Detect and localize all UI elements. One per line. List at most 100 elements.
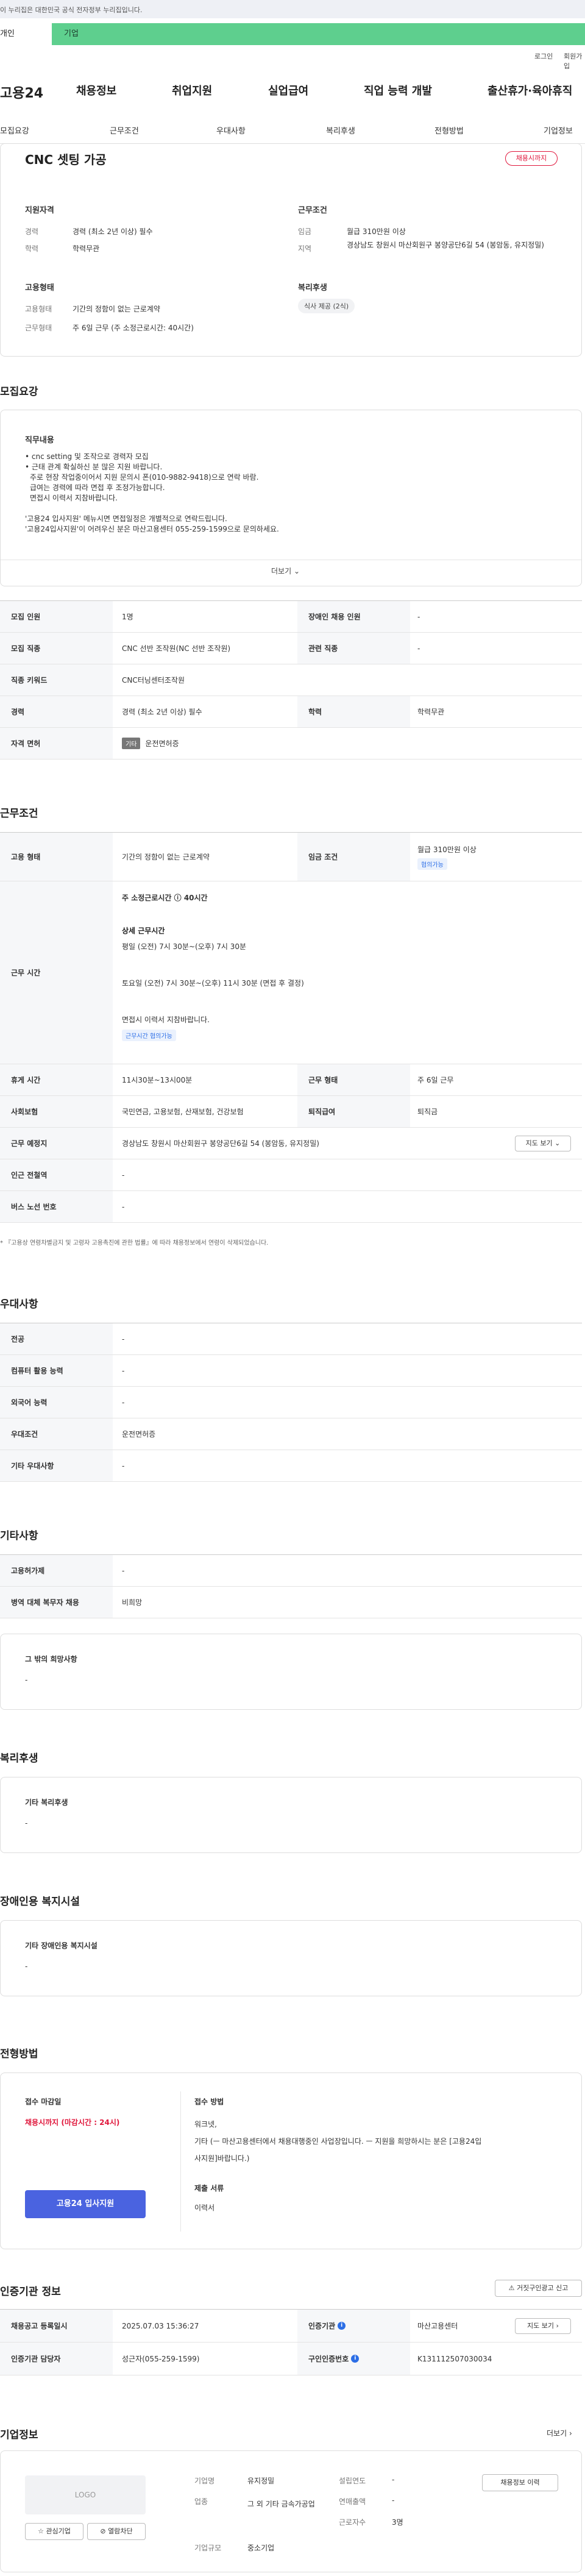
table-row: 자격 면허 기타 운전면허증	[0, 728, 582, 760]
duty-line: '고용24 입사지원' 메뉴시면 면접일정은 개별적으로 연락드립니다.	[25, 514, 227, 523]
preference-heading: 우대사항	[0, 1298, 38, 1311]
agency-map-button[interactable]: 지도 보기 ›	[515, 2318, 571, 2334]
favorite-button[interactable]: ☆ 관심기업	[25, 2523, 83, 2540]
company-card: LOGO ☆ 관심기업 ⊘ 열람차단 기업명 유지정밀 업종 그 외 기타 금속…	[0, 2450, 582, 2572]
sales-value: -	[392, 2496, 395, 2505]
table-cell: 성근자(055-259-1599)	[122, 2355, 200, 2363]
hours-detail-title: 상세 근무시간	[122, 927, 165, 935]
table-cell: 주 6일 근무	[417, 1076, 454, 1084]
table-header: 직종 키워드	[0, 664, 113, 696]
gnb-item-parental-leave[interactable]: 출산휴가·육아휴직	[488, 82, 572, 98]
table-header: 장애인 채용 인원	[297, 601, 410, 632]
gov-banner-text: 이 누리집은 대한민국 공식 전자정부 누리집입니다.	[0, 6, 143, 14]
table-header: 인증기관 담당자	[0, 2343, 113, 2375]
tab-screening[interactable]: 전형방법	[434, 124, 464, 136]
welfare-heading: 복리후생	[0, 1752, 38, 1765]
table-header: 컴퓨터 활용 능력	[0, 1355, 113, 1386]
gnb-item-vocational-training[interactable]: 직업 능력 개발	[364, 82, 432, 98]
screening-heading: 전형방법	[0, 2048, 38, 2060]
gov-banner: 이 누리집은 대한민국 공식 전자정부 누리집입니다.	[0, 0, 585, 18]
method-title: 접수 방법	[194, 2097, 224, 2106]
duty-line: 급여는 경력에 따라 면접 후 조정가능합니다.	[30, 483, 165, 492]
tab-recruit[interactable]: 모집요강	[0, 124, 29, 136]
table-cell: 기타 운전면허증	[122, 728, 179, 759]
gnb-item-jobs[interactable]: 채용정보	[76, 82, 116, 98]
report-button[interactable]: ⚠ 거짓구인광고 신고	[495, 2280, 582, 2297]
hours-saturday: 토요일 (오전) 7시 30분~(오후) 11시 30분 (면접 후 결정)	[122, 979, 304, 987]
table-row: 휴게 시간 11시30분~13시00분 근무 형태 주 6일 근무	[0, 1064, 582, 1096]
table-header: 외국어 능력	[0, 1387, 113, 1418]
recruit-table: 모집 인원 1명 장애인 채용 인원 - 모집 직종 CNC 선반 조작원(NC…	[0, 600, 582, 760]
gnb-item-unemployment-benefit[interactable]: 실업급여	[268, 82, 308, 98]
table-cell: 학력무관	[417, 708, 445, 716]
table-header: 자격 면허	[0, 728, 113, 759]
education-value: 학력무관	[73, 244, 100, 253]
disabled-card: 기타 장애인용 복지시설 -	[0, 1920, 582, 1996]
more-button[interactable]: 더보기 ⌄	[271, 566, 300, 576]
tab-company[interactable]: 기업	[64, 23, 79, 45]
utility-nav: 로그인 회원가입	[0, 51, 585, 70]
tab-company[interactable]: 기업정보	[544, 124, 573, 136]
job-summary-card: CNC 셋팅 가공 채용시까지 지원자격 경력 경력 (최소 2년 이상) 필수…	[0, 143, 582, 357]
company-heading: 기업정보	[0, 2429, 38, 2441]
table-cell: -	[122, 1170, 125, 1179]
table-cell: 기간의 정함이 없는 근로계약	[122, 853, 210, 861]
tab-welfare[interactable]: 복리후생	[326, 124, 355, 136]
hours-weekday: 평일 (오전) 7시 30분~(오후) 7시 30분	[122, 942, 247, 951]
table-header: 근무 시간	[0, 881, 113, 1064]
disabled-box-value: -	[25, 1962, 28, 1971]
table-row: 전공 -	[0, 1323, 582, 1355]
table-cell: CNC터닝센터조작원	[122, 676, 185, 685]
site-logo[interactable]: 고용24	[0, 82, 43, 102]
industry-label: 업종	[194, 2497, 208, 2506]
table-row: 컴퓨터 활용 능력 -	[0, 1355, 582, 1387]
table-header: 사회보험	[0, 1096, 113, 1127]
region-value: 경상남도 창원시 마산회원구 봉양공단6길 54 (봉암동, 유지정밀)	[347, 241, 544, 249]
table-header: 인근 전철역	[0, 1159, 113, 1190]
table-cell: -	[417, 644, 420, 653]
company-more-link[interactable]: 더보기 ›	[547, 2428, 572, 2438]
table-header: 근무 형태	[297, 1064, 410, 1095]
industry-value: 그 외 기타 금속가공업	[247, 2500, 315, 2508]
duty-line: 면접시 이력서 지참바랍니다.	[30, 494, 118, 502]
job-history-button[interactable]: 채용정보 이력	[482, 2474, 558, 2491]
screening-card: 접수 마감일 채용시까지 (마감시간 : 24시) 고용24 입사지원 접수 방…	[0, 2073, 582, 2249]
star-icon: ☆	[38, 2527, 44, 2535]
table-cell: 운전면허증	[122, 1430, 156, 1439]
docs-value: 이력서	[194, 2204, 215, 2212]
tab-preference[interactable]: 우대사항	[216, 124, 246, 136]
staff-value: 3명	[392, 2518, 403, 2527]
tab-conditions[interactable]: 근무조건	[110, 124, 139, 136]
table-cell: CNC 선반 조작원(NC 선반 조작원)	[122, 644, 231, 653]
block-button[interactable]: ⊘ 열람차단	[87, 2523, 146, 2540]
table-row: 고용허가제 -	[0, 1555, 582, 1587]
join-link[interactable]: 회원가입	[564, 51, 585, 71]
map-button[interactable]: 지도 보기 ⌄	[515, 1136, 571, 1151]
duty-line: 주로 현장 작업중이어서 지원 문의시 폰(010-9882-9418)으로 연…	[30, 473, 259, 482]
welfare-title: 복리후생	[298, 283, 327, 293]
table-cell: K131112507030034	[417, 2354, 492, 2363]
gnb-item-employment-support[interactable]: 취업지원	[172, 82, 212, 98]
table-cell: 퇴직금	[417, 1108, 438, 1116]
table-cell: -	[122, 1202, 125, 1211]
table-header: 모집 직종	[0, 633, 113, 664]
company-name-label: 기업명	[194, 2477, 215, 2485]
apply-button[interactable]: 고용24 입사지원	[25, 2190, 146, 2218]
table-row: 채용공고 등록일시 2025.07.03 15:36:27 인증기관 i 마산고용…	[0, 2310, 582, 2343]
company-name-value: 유지정밀	[247, 2477, 275, 2485]
table-row: 근무 예정지 경상남도 창원시 마산회원구 봉양공단6길 54 (봉암동, 유지…	[0, 1128, 582, 1159]
info-icon[interactable]: i	[338, 2322, 346, 2330]
login-link[interactable]: 로그인	[534, 51, 553, 61]
table-row: 근무 시간 주 소정근로시간 ⓘ 40시간 상세 근무시간 평일 (오전) 7시…	[0, 881, 582, 1064]
table-header: 고용 형태	[0, 833, 113, 881]
founded-label: 설립연도	[339, 2477, 366, 2485]
table-header: 고용허가제	[0, 1555, 113, 1586]
company-more-label: 더보기	[547, 2429, 567, 2438]
hours-chip: 근무시간 협의가능	[122, 1030, 176, 1041]
employment-title: 고용형태	[25, 283, 54, 293]
table-cell: 1명	[122, 613, 133, 621]
preference-table: 전공 - 컴퓨터 활용 능력 - 외국어 능력 - 우대조건 운전면허증 기타 우대사항…	[0, 1323, 582, 1482]
info-icon[interactable]: i	[351, 2355, 360, 2363]
tab-personal[interactable]: 개인	[0, 23, 52, 45]
table-header: 우대조건	[0, 1418, 113, 1450]
